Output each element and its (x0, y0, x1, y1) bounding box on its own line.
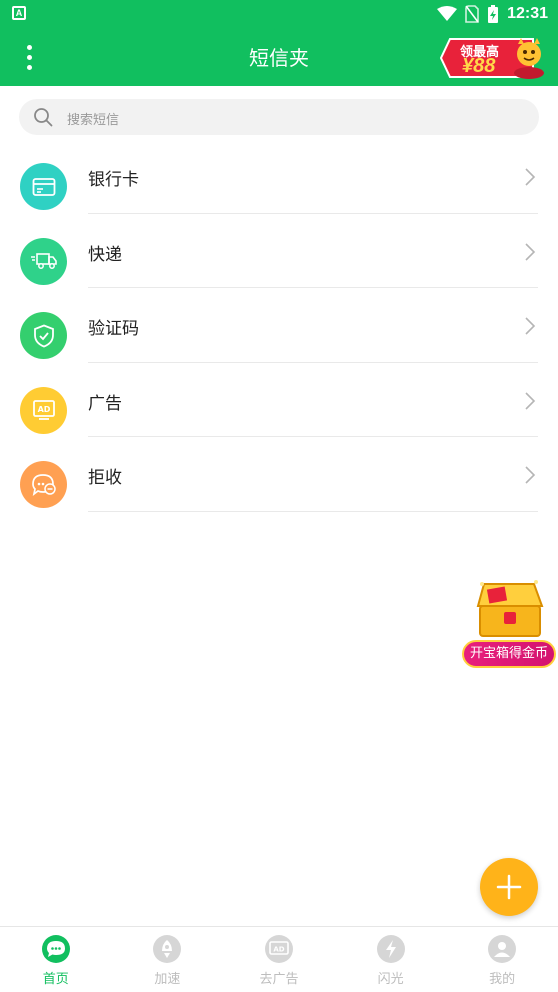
tab-label: 加速 (154, 972, 181, 987)
status-bar: A 12:31 (0, 0, 558, 28)
tab-label: 首页 (42, 972, 69, 987)
divider (88, 510, 538, 512)
no-sim-icon (465, 5, 479, 23)
blocked-chat-icon (20, 461, 67, 508)
tab-label: 我的 (489, 972, 516, 987)
tab-label: 去广告 (259, 972, 299, 987)
rocket-icon (153, 935, 182, 963)
shield-check-icon (20, 312, 67, 359)
search-input[interactable]: 搜索短信 (19, 99, 539, 135)
list-item-label: 广告 (88, 393, 122, 414)
status-time: 12:31 (507, 5, 548, 22)
chevron-right-icon (525, 242, 536, 261)
list-item-label: 拒收 (88, 468, 122, 488)
profile-icon (488, 935, 517, 963)
ad-icon: AD (264, 935, 293, 963)
app-notification-icon: A (12, 6, 26, 20)
list-item-verification-code[interactable]: 验证码 (0, 288, 558, 363)
delivery-truck-icon (20, 237, 67, 285)
wifi-icon (437, 6, 458, 21)
promo-amount: ¥88 (462, 55, 496, 77)
list-item-bank-card[interactable]: 银行卡 (0, 139, 558, 214)
plus-icon (496, 874, 522, 900)
treasure-chest-label: 开宝箱得金币 (462, 640, 556, 668)
list-item-ads[interactable]: AD 广告 (0, 363, 558, 437)
add-button[interactable] (480, 858, 538, 916)
chevron-right-icon (525, 391, 536, 410)
list-item-delivery[interactable]: 快递 (0, 214, 558, 288)
app-bar: 短信夹 领最高 ¥88 (0, 28, 558, 86)
mascot-icon (514, 38, 544, 79)
list-item-rejected[interactable]: 拒收 (0, 437, 558, 512)
svg-text:AD: AD (273, 946, 284, 954)
chevron-right-icon (525, 168, 536, 186)
bottom-tab-bar: 首页 加速 AD 去广告 闪光 我的 (0, 926, 558, 992)
tab-label: 闪光 (377, 972, 404, 987)
ad-icon: AD (20, 386, 67, 434)
tab-flash[interactable]: 闪光 (335, 927, 447, 992)
list-item-label: 快递 (88, 244, 122, 265)
category-list: 银行卡 快递 验证码 AD 广告 拒收 (0, 139, 558, 512)
promo-reward-badge[interactable]: 领最高 ¥88 (440, 36, 546, 80)
search-icon (34, 108, 53, 127)
home-chat-icon (41, 935, 70, 963)
battery-charging-icon (488, 5, 499, 23)
tab-speed-up[interactable]: 加速 (112, 927, 224, 992)
tab-profile[interactable]: 我的 (446, 927, 558, 992)
bank-card-icon (20, 163, 67, 210)
treasure-chest-icon (476, 580, 544, 637)
tab-home[interactable]: 首页 (0, 927, 112, 992)
flash-icon (376, 935, 405, 963)
tab-remove-ads[interactable]: AD 去广告 (223, 927, 335, 992)
chevron-right-icon (525, 317, 536, 335)
list-item-label: 验证码 (88, 319, 139, 339)
search-placeholder: 搜索短信 (67, 113, 120, 128)
list-item-label: 银行卡 (88, 170, 139, 190)
treasure-chest-button[interactable]: 开宝箱得金币 (462, 576, 556, 668)
chevron-right-icon (525, 466, 536, 484)
svg-text:AD: AD (37, 405, 50, 414)
